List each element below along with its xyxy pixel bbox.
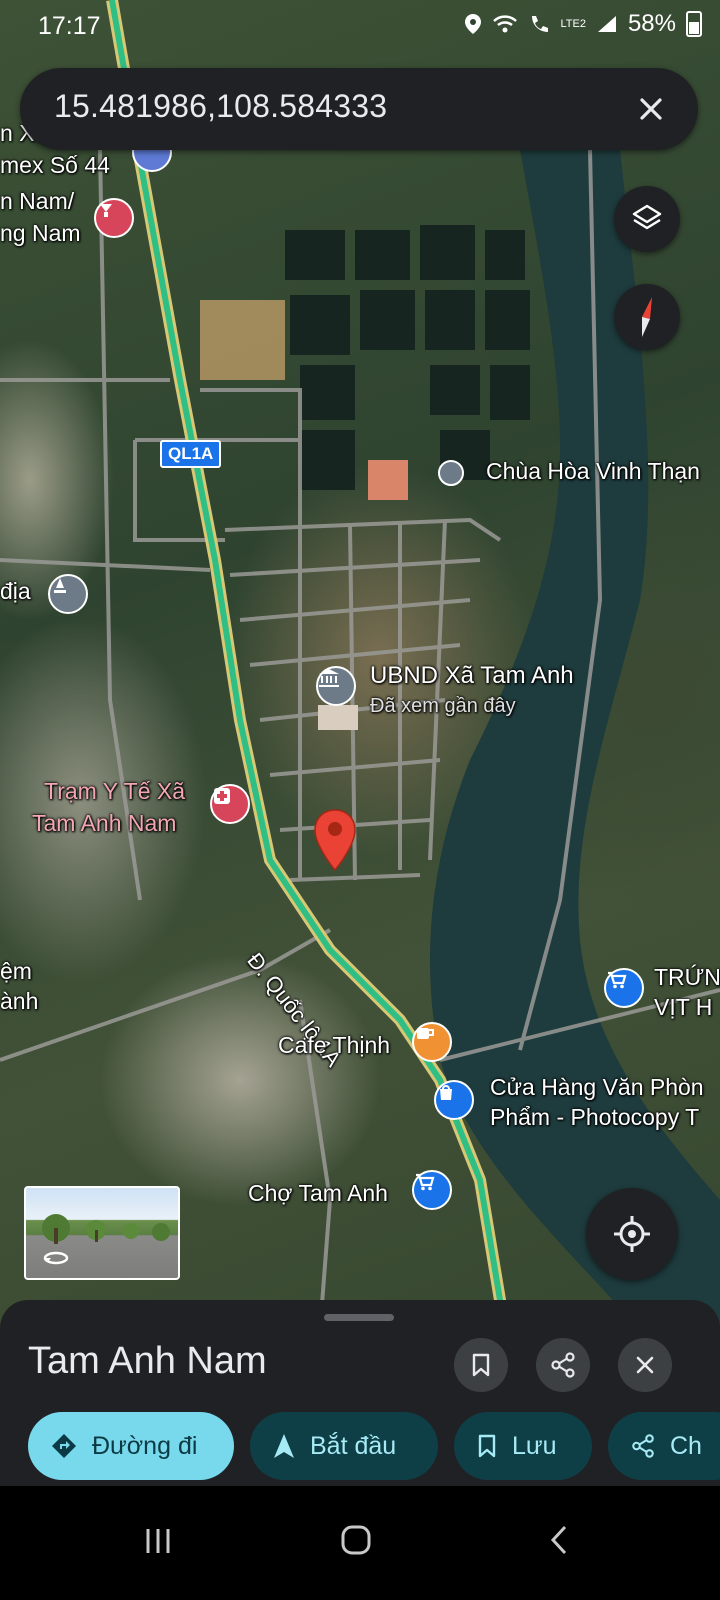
battery-percent: 58% [627,10,676,37]
map-label-cafe[interactable]: Cafe Thịnh [278,1032,390,1060]
temple-marker-icon[interactable] [438,460,464,486]
cart-marker-icon[interactable] [604,968,644,1008]
search-query-text[interactable]: 15.481986,108.584333 [54,88,387,125]
share-icon [632,1434,654,1458]
save-button[interactable]: Lưu [454,1412,592,1480]
map-label-cua-hang[interactable]: Cửa Hàng Văn Phòn [490,1074,704,1102]
recent-apps-button[interactable] [144,1526,172,1556]
medical-marker-icon[interactable] [94,198,134,238]
network-type-text: LTE2 [560,17,586,30]
hospital-marker-icon[interactable] [210,784,250,824]
satellite-map[interactable]: QL1A n Xa mex Số 44 n Nam/ ng Nam địa ệm… [0,0,720,1330]
map-label[interactable]: ng Nam [0,220,81,248]
map-label-ubnd[interactable]: UBND Xã Tam Anh [370,662,574,691]
compass-button[interactable] [614,284,680,350]
map-label[interactable]: ành [0,988,38,1016]
map-label-chua[interactable]: Chùa Hòa Vinh Thạn [486,458,700,486]
monument-marker-icon[interactable] [48,574,88,614]
layers-icon [632,204,662,230]
location-pin-icon[interactable] [312,808,358,872]
map-label[interactable]: n Nam/ [0,188,74,216]
close-icon [640,98,662,120]
building [318,705,358,730]
signal-icon [597,16,616,32]
map-label[interactable]: địa [0,578,31,606]
back-button[interactable] [548,1524,570,1556]
save-label: Lưu [512,1431,557,1460]
cart-marker-icon[interactable] [412,1170,452,1210]
my-location-button[interactable] [586,1188,678,1280]
bookmark-icon [478,1434,496,1458]
map-label-tram-y-te[interactable]: Trạm Y Tế Xã [44,778,185,806]
close-icon [636,1356,654,1374]
share-button[interactable]: Ch [608,1412,720,1480]
save-icon-button[interactable] [454,1338,508,1392]
system-navigation-bar [0,1486,720,1600]
map-label-trung[interactable]: VỊT H [654,994,712,1022]
street-view-360-icon [42,1248,70,1266]
map-label[interactable]: mex Số 44 [0,152,110,180]
search-bar[interactable]: 15.481986,108.584333 [20,68,698,150]
my-location-icon [614,1216,650,1252]
wifi-calling-icon [532,16,549,32]
road-shield-ql1a[interactable]: QL1A [160,440,222,468]
home-button[interactable] [340,1524,372,1556]
location-icon [465,14,482,34]
status-time: 17:17 [38,12,101,40]
compass-icon [642,297,652,337]
clear-search-button[interactable] [628,86,674,132]
share-icon [551,1352,575,1378]
map-label-trung[interactable]: TRỨN [654,964,720,992]
map-label-cho[interactable]: Chợ Tam Anh [248,1180,388,1208]
sheet-drag-handle[interactable] [324,1314,394,1321]
battery-icon [686,11,702,37]
shop-marker-icon[interactable] [434,1080,474,1120]
directions-icon [52,1434,76,1458]
status-icons: LTE2 58% [464,10,702,38]
navigation-arrow-icon [274,1434,294,1458]
street-view-thumbnail[interactable] [24,1186,180,1280]
fish-ponds [285,225,530,490]
directions-label: Đường đi [92,1431,198,1460]
directions-button[interactable]: Đường đi [28,1412,234,1480]
layers-button[interactable] [614,186,680,252]
start-navigation-button[interactable]: Bắt đầu [250,1412,438,1480]
close-sheet-button[interactable] [618,1338,672,1392]
building [368,460,408,500]
map-label-ubnd-subtitle: Đã xem gần đây [370,695,516,717]
sand-lot [200,300,285,380]
government-marker-icon[interactable] [316,666,356,706]
share-label: Ch [670,1431,702,1460]
start-label: Bắt đầu [310,1431,397,1460]
map-label-cua-hang[interactable]: Phẩm - Photocopy T [490,1104,699,1132]
status-bar: 17:17 LTE2 58% [0,0,720,52]
map-label-tram-y-te[interactable]: Tam Anh Nam [32,810,176,838]
wifi-icon [493,15,518,33]
place-title: Tam Anh Nam [28,1340,267,1382]
bookmark-icon [472,1353,490,1377]
cafe-marker-icon[interactable] [412,1022,452,1062]
place-bottom-sheet[interactable]: Tam Anh Nam Đường đi Bắt đầu Lưu Ch [0,1300,720,1486]
share-icon-button[interactable] [536,1338,590,1392]
map-label[interactable]: ệm [0,958,32,986]
